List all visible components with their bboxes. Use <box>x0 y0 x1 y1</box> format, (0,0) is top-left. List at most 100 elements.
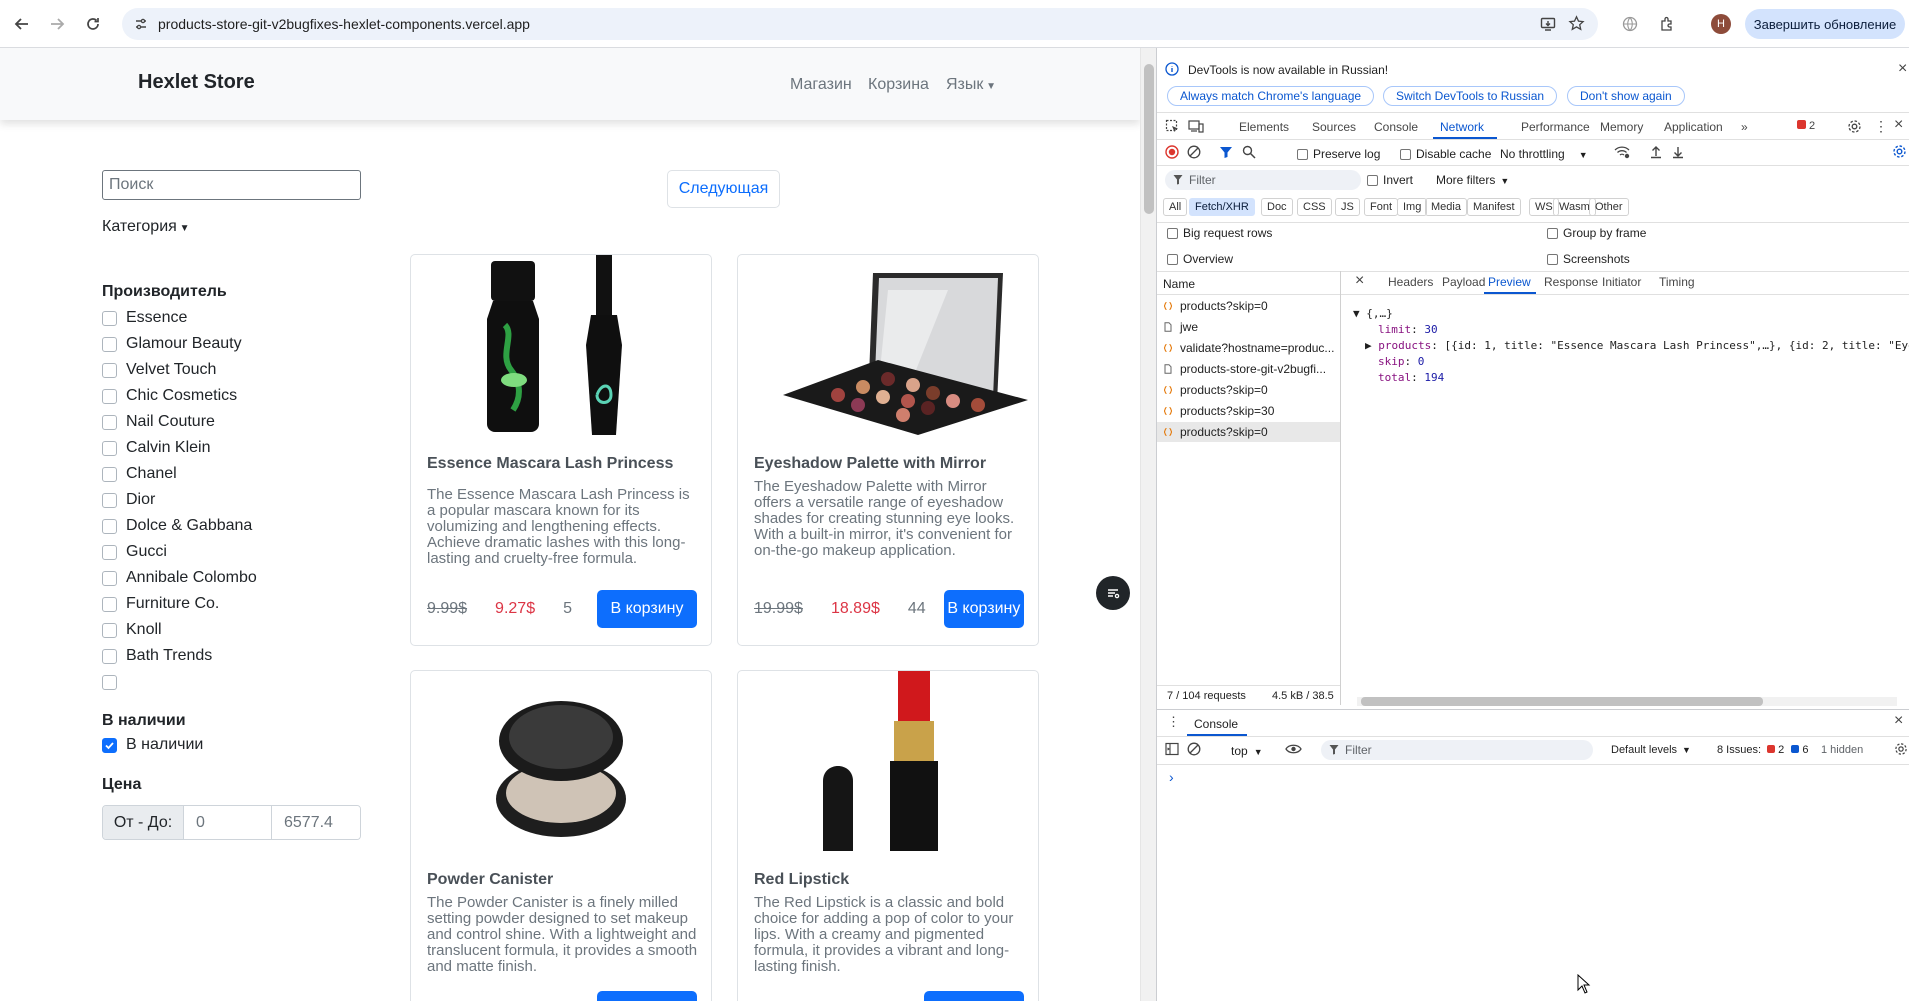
preview-root[interactable]: ▼ {,…} <box>1353 307 1393 320</box>
name-column-header[interactable]: Name <box>1163 277 1195 291</box>
close-devtools-icon[interactable]: × <box>1894 116 1903 134</box>
bookmark-star-icon[interactable] <box>1568 15 1585 32</box>
profile-avatar[interactable]: Н <box>1711 14 1731 34</box>
network-request-row[interactable]: products?skip=0 <box>1157 296 1340 316</box>
manufacturer-checkbox[interactable]: Dior <box>102 489 155 511</box>
screenshots-checkbox[interactable]: Screenshots <box>1547 252 1630 266</box>
page-scrollbar-thumb[interactable] <box>1144 64 1154 214</box>
tab-network[interactable]: Network <box>1440 120 1484 134</box>
network-filter-input[interactable]: Filter <box>1165 170 1361 190</box>
page-scrollbar[interactable] <box>1140 48 1156 1001</box>
pane-divider[interactable] <box>1340 271 1341 705</box>
add-to-cart-button[interactable]: В корзину <box>597 590 697 628</box>
tab-memory[interactable]: Memory <box>1600 120 1643 134</box>
manufacturer-checkbox[interactable]: Essence <box>102 307 187 329</box>
product-image-powder[interactable] <box>411 671 711 851</box>
match-language-button[interactable]: Always match Chrome's language <box>1167 86 1375 106</box>
preview-products-line[interactable]: ▶ products: [{id: 1, title: "Essence Mas… <box>1365 339 1909 352</box>
network-request-row[interactable]: validate?hostname=produc... <box>1157 338 1340 358</box>
invert-checkbox[interactable]: Invert <box>1367 173 1413 187</box>
detail-tab-payload[interactable]: Payload <box>1442 275 1485 289</box>
manufacturer-checkbox[interactable] <box>102 671 126 693</box>
price-from-input[interactable] <box>184 806 272 839</box>
product-title[interactable]: Eyeshadow Palette with Mirror <box>754 455 986 473</box>
more-tabs-icon[interactable]: » <box>1741 120 1748 134</box>
search-input[interactable] <box>102 170 361 200</box>
checkbox-icon[interactable] <box>102 388 117 404</box>
manufacturer-checkbox[interactable]: Chic Cosmetics <box>102 385 237 407</box>
type-filter-chip[interactable]: Manifest <box>1467 198 1521 216</box>
group-by-frame-checkbox[interactable]: Group by frame <box>1547 226 1646 240</box>
extensions-icon[interactable] <box>1659 15 1676 32</box>
more-options-icon[interactable]: ⋮ <box>1874 118 1888 135</box>
manufacturer-checkbox[interactable]: Chanel <box>102 463 177 485</box>
filter-toggle-button[interactable] <box>1096 576 1130 610</box>
filter-funnel-icon[interactable] <box>1219 145 1233 159</box>
url-text[interactable]: products-store-git-v2bugfixes-hexlet-com… <box>158 16 530 32</box>
preview-h-scrollbar-thumb[interactable] <box>1361 697 1763 706</box>
manufacturer-checkbox[interactable]: Velvet Touch <box>102 359 216 381</box>
overview-checkbox[interactable]: Overview <box>1167 252 1233 266</box>
checkbox-icon[interactable] <box>102 362 117 378</box>
price-to-input[interactable] <box>272 806 360 839</box>
switch-language-button[interactable]: Switch DevTools to Russian <box>1383 86 1558 106</box>
checkbox-icon[interactable] <box>102 440 117 456</box>
manufacturer-checkbox[interactable]: Gucci <box>102 541 167 563</box>
close-notice-icon[interactable]: × <box>1898 60 1907 78</box>
category-dropdown[interactable]: Категория ▼ <box>102 218 189 236</box>
type-filter-chip[interactable]: JS <box>1335 198 1360 216</box>
detail-tab-timing[interactable]: Timing <box>1659 275 1695 289</box>
forward-icon[interactable] <box>45 12 69 36</box>
context-select[interactable]: top ▼ <box>1231 744 1263 758</box>
console-drawer-tab[interactable]: Console <box>1194 717 1238 731</box>
back-icon[interactable] <box>10 12 34 36</box>
checkbox-icon[interactable] <box>102 544 117 560</box>
issues-counter[interactable]: 8 Issues: 2 6 <box>1717 744 1809 756</box>
manufacturer-checkbox[interactable]: Glamour Beauty <box>102 333 242 355</box>
console-prompt[interactable]: › <box>1169 769 1174 785</box>
network-request-row[interactable]: products?skip=0 <box>1157 422 1340 442</box>
tab-performance[interactable]: Performance <box>1521 120 1590 134</box>
manufacturer-checkbox[interactable]: Annibale Colombo <box>102 567 257 589</box>
type-filter-chip[interactable]: Fetch/XHR <box>1189 198 1255 216</box>
clear-console-icon[interactable] <box>1187 742 1201 756</box>
big-rows-checkbox[interactable]: Big request rows <box>1167 226 1272 240</box>
inspect-element-icon[interactable] <box>1165 119 1180 134</box>
checkbox-icon[interactable] <box>102 310 117 326</box>
clear-icon[interactable] <box>1187 145 1201 159</box>
throttling-select[interactable]: No throttling ▼ <box>1500 147 1588 161</box>
detail-tab-initiator[interactable]: Initiator <box>1602 275 1641 289</box>
checkbox-checked-icon[interactable] <box>102 737 117 753</box>
checkbox-icon[interactable] <box>102 648 117 664</box>
checkbox-icon[interactable] <box>102 518 117 534</box>
product-title[interactable]: Essence Mascara Lash Princess <box>427 455 673 473</box>
manufacturer-checkbox[interactable]: Bath Trends <box>102 645 212 667</box>
detail-tab-preview[interactable]: Preview <box>1488 275 1531 289</box>
network-request-row[interactable]: products?skip=0 <box>1157 380 1340 400</box>
product-image-lipstick[interactable] <box>738 671 1038 851</box>
add-to-cart-button[interactable]: В корзину <box>943 590 1024 628</box>
checkbox-icon[interactable] <box>102 622 117 638</box>
manufacturer-checkbox[interactable]: Knoll <box>102 619 162 641</box>
record-stop-icon[interactable] <box>1165 145 1179 159</box>
tab-application[interactable]: Application <box>1664 120 1723 134</box>
type-filter-chip[interactable]: Img <box>1397 198 1428 216</box>
tab-console[interactable]: Console <box>1374 120 1418 134</box>
manufacturer-checkbox[interactable]: Nail Couture <box>102 411 215 433</box>
close-detail-icon[interactable]: × <box>1355 272 1364 290</box>
tab-elements[interactable]: Elements <box>1239 120 1289 134</box>
import-har-icon[interactable] <box>1649 145 1663 159</box>
product-title[interactable]: Red Lipstick <box>754 871 849 889</box>
network-conditions-icon[interactable] <box>1614 145 1630 159</box>
network-request-row[interactable]: jwe <box>1157 317 1340 337</box>
type-filter-chip[interactable]: Doc <box>1261 198 1293 216</box>
reload-icon[interactable] <box>81 12 105 36</box>
manufacturer-checkbox[interactable]: Dolce & Gabbana <box>102 515 252 537</box>
search-icon[interactable] <box>1242 145 1256 159</box>
nav-language-dropdown[interactable]: Язык ▼ <box>946 76 996 94</box>
site-settings-icon[interactable] <box>134 17 148 31</box>
checkbox-icon[interactable] <box>102 570 117 586</box>
dont-show-again-button[interactable]: Don't show again <box>1567 86 1685 106</box>
detail-tab-response[interactable]: Response <box>1544 275 1598 289</box>
log-levels-select[interactable]: Default levels ▼ <box>1611 744 1691 756</box>
